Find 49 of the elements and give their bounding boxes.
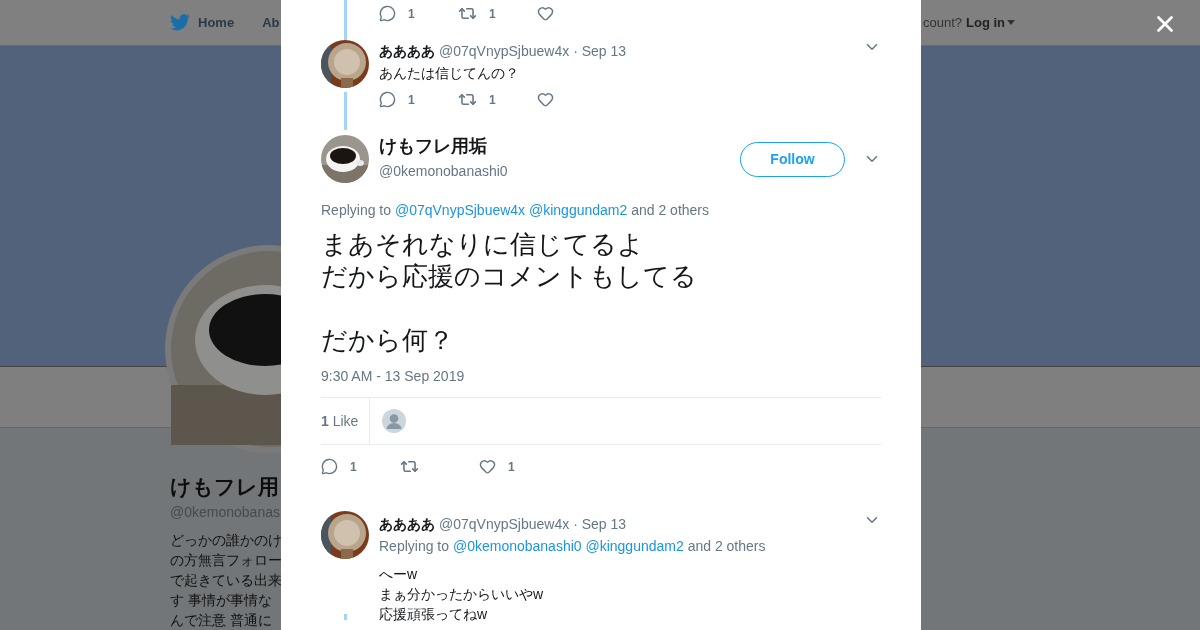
tweet-text: だから何？ [321,324,455,356]
author-handle[interactable]: @07qVnypSjbuew4x [439,516,570,532]
profile-name: けもフレ用 [170,474,279,500]
login-link[interactable]: Log in [966,15,1015,30]
mention-link[interactable]: @kinggundam2 [529,202,628,218]
tweet-text: へーw [379,565,419,584]
reply-icon[interactable] [321,458,338,475]
author-name[interactable]: けもフレ用垢 [379,133,508,158]
home-link[interactable]: Home [198,15,235,30]
about-link[interactable]: Ab [262,15,280,30]
tweet-text: 応援頑張ってねw [379,605,489,624]
retweet-count: 1 [489,92,496,107]
reply-icon[interactable] [379,91,396,108]
author-handle[interactable]: @07qVnypSjbuew4x [439,43,570,59]
follow-button[interactable]: Follow [740,141,845,177]
retweet-count: 1 [489,6,496,21]
tweet-text: まあそれなりに信じてるよ [321,228,645,260]
tweet-text: あんたは信じてんの？ [379,64,520,83]
like-count: 1 [508,459,515,474]
tweet-timestamp[interactable]: 9:30 AM - 13 Sep 2019 [321,368,881,384]
profile-bio-line: んで注意 普通に [170,611,272,630]
caret-icon [1007,20,1015,25]
tweet-text: まぁ分かったからいいやw [379,585,545,604]
like-icon[interactable] [537,5,554,22]
account-prompt: count? [922,15,962,30]
user-avatar-icon[interactable] [382,409,407,433]
mention-link[interactable]: @07qVnypSjbuew4x [394,202,526,218]
reply-count: 1 [408,92,415,107]
profile-bio-line: どっかの誰かのけ [170,531,282,550]
profile-bio-line: で起きている出来 [170,571,282,590]
like-icon[interactable] [537,91,554,108]
reply-icon[interactable] [379,5,396,22]
bird-icon [170,14,190,31]
profile-bio-line: す 事情が事情な [170,591,272,610]
author-name[interactable]: ああああ [379,516,435,534]
reply-count: 1 [350,459,357,474]
tweet-date[interactable]: · Sep 13 [573,516,627,532]
mention-link[interactable]: @kinggundam2 [585,538,684,554]
author-name[interactable]: ああああ [379,43,435,61]
reply-context: Replying to @0kemonobanashi0 @kinggundam2 and 2 others [379,537,767,556]
reply-context: Replying to @07qVnypSjbuew4x @kinggundam2 and 2 others [321,201,711,220]
mention-link[interactable]: @0kemonobanashi0 [452,538,582,554]
author-handle[interactable]: @0kemonobanashi0 [379,162,508,179]
tweet-date[interactable]: · Sep 13 [573,43,627,59]
profile-bio-line: の方無言フォロー [170,551,282,570]
tweet-text: だから応援のコメントもしてる [321,260,698,292]
likes-summary[interactable]: 1 Like [321,398,371,444]
reply-count: 1 [408,6,415,21]
like-icon[interactable] [479,458,496,475]
